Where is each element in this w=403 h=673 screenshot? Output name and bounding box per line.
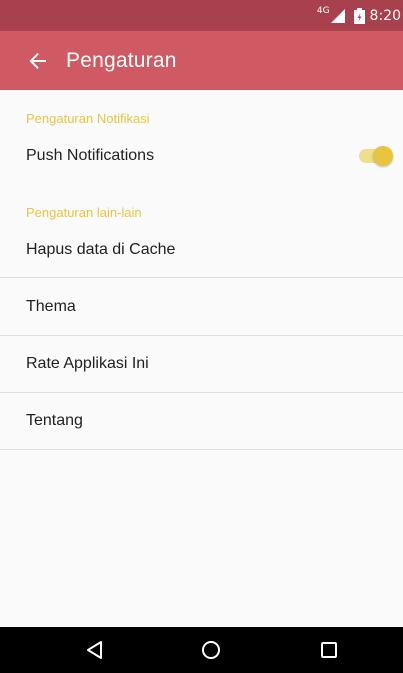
- push-notifications-row[interactable]: Push Notifications: [0, 134, 403, 178]
- section-header-notifications: Pengaturan Notifikasi: [26, 111, 150, 126]
- status-bar: 4G 8:20: [0, 0, 403, 31]
- push-notifications-switch[interactable]: [357, 146, 393, 166]
- signal-icon: [330, 8, 345, 23]
- clock-time: 8:20: [369, 7, 401, 24]
- circle-home-icon[interactable]: [199, 638, 223, 662]
- settings-screen: 4G 8:20 Pengaturan Pengaturan Notifikasi…: [0, 0, 403, 673]
- network-type-label: 4G: [316, 5, 330, 16]
- theme-item[interactable]: Thema: [0, 279, 403, 336]
- rate-app-item[interactable]: Rate Applikasi Ini: [0, 336, 403, 393]
- page-title: Pengaturan: [66, 48, 177, 72]
- app-toolbar: Pengaturan: [0, 31, 403, 90]
- clear-cache-item[interactable]: Hapus data di Cache: [0, 222, 403, 278]
- list-item-label: Tentang: [26, 412, 83, 429]
- triangle-back-icon[interactable]: [83, 638, 107, 662]
- list-item-label: Rate Applikasi Ini: [26, 355, 149, 372]
- back-button[interactable]: [18, 41, 58, 81]
- about-item[interactable]: Tentang: [0, 393, 403, 450]
- system-nav-bar: [0, 627, 403, 673]
- arrow-back-icon: [29, 52, 46, 69]
- push-notifications-label: Push Notifications: [26, 147, 155, 164]
- list-item-label: Hapus data di Cache: [26, 240, 176, 258]
- battery-icon: [353, 7, 365, 24]
- list-item-label: Thema: [26, 298, 76, 315]
- section-header-other: Pengaturan lain-lain: [26, 205, 142, 220]
- square-recents-icon[interactable]: [317, 638, 341, 662]
- switch-thumb: [373, 146, 393, 166]
